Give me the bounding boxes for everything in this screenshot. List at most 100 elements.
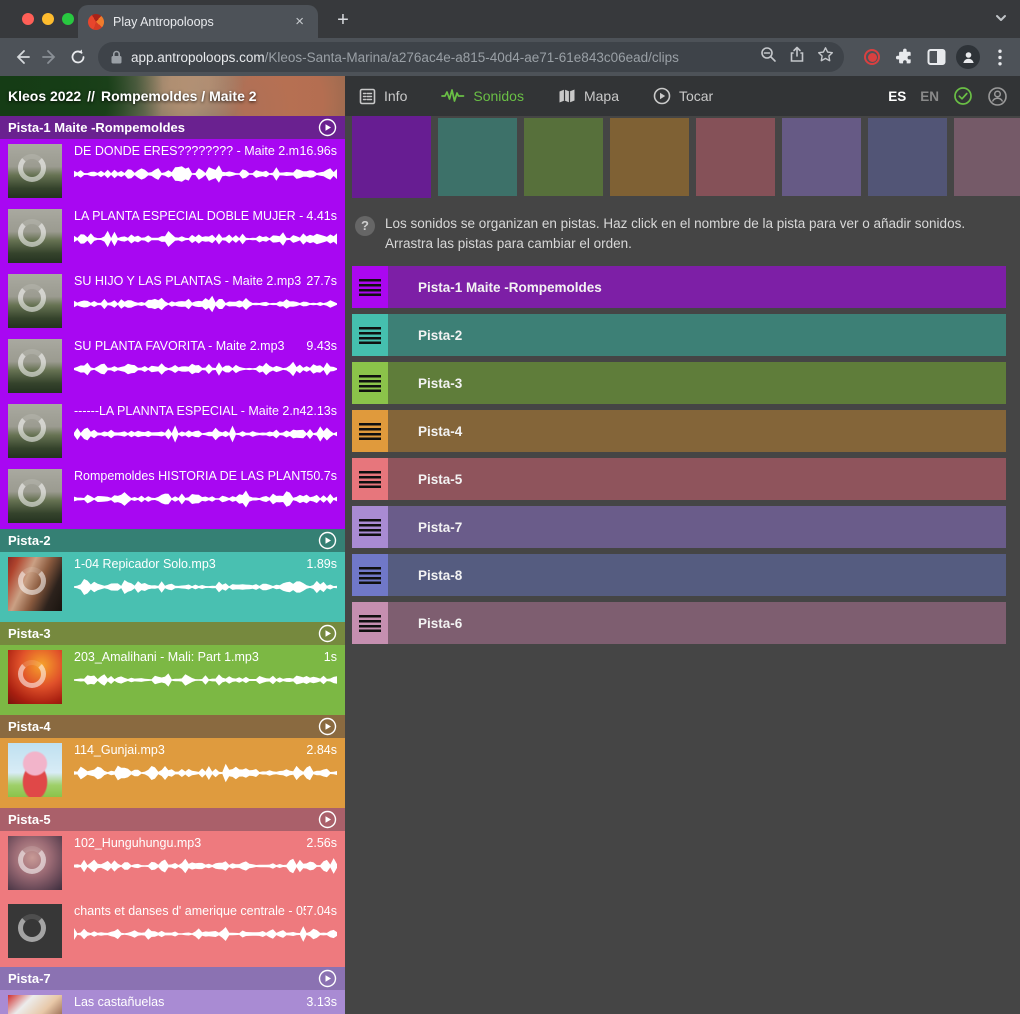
track-section-title[interactable]: Pista-3 xyxy=(8,626,51,641)
track-play-icon[interactable] xyxy=(318,969,337,988)
side-panel-icon[interactable] xyxy=(922,43,950,71)
clip-thumbnail[interactable] xyxy=(8,743,62,797)
account-icon[interactable] xyxy=(987,86,1008,107)
track-row[interactable]: Pista-5 xyxy=(352,458,1006,500)
share-icon[interactable] xyxy=(789,46,805,68)
clip-thumbnail[interactable] xyxy=(8,144,62,198)
clip-thumbnail[interactable] xyxy=(8,404,62,458)
clip-thumbnail[interactable] xyxy=(8,209,62,263)
clip-title[interactable]: 1-04 Repicador Solo.mp3 xyxy=(74,557,306,571)
track-row[interactable]: Pista-8 xyxy=(352,554,1006,596)
bookmark-star-icon[interactable] xyxy=(817,46,834,68)
track-color-swatch[interactable] xyxy=(954,118,1020,196)
profile-avatar[interactable] xyxy=(954,43,982,71)
audio-clip[interactable]: 114_Gunjai.mp32.84s xyxy=(0,738,345,808)
waveform[interactable] xyxy=(74,853,337,879)
track-row[interactable]: Pista-1 Maite -Rompemoldes xyxy=(352,266,1006,308)
track-row-label[interactable]: Pista-7 xyxy=(418,520,462,535)
clip-thumbnail[interactable] xyxy=(8,339,62,393)
record-icon[interactable] xyxy=(858,43,886,71)
clip-thumbnail[interactable] xyxy=(8,469,62,523)
audio-clip[interactable]: SU PLANTA FAVORITA - Maite 2.mp39.43s xyxy=(0,334,345,399)
clip-title[interactable]: 114_Gunjai.mp3 xyxy=(74,743,306,757)
track-play-icon[interactable] xyxy=(318,118,337,137)
track-row-label[interactable]: Pista-6 xyxy=(418,616,462,631)
track-color-swatch[interactable] xyxy=(352,116,431,198)
track-row-body[interactable]: Pista-3 xyxy=(388,362,1006,404)
track-color-swatch[interactable] xyxy=(782,118,861,196)
audio-clip[interactable]: 203_Amalihani - Mali: Part 1.mp31s xyxy=(0,645,345,715)
track-play-icon[interactable] xyxy=(318,810,337,829)
track-row[interactable]: Pista-4 xyxy=(352,410,1006,452)
track-color-swatch[interactable] xyxy=(438,118,517,196)
track-row[interactable]: Pista-7 xyxy=(352,506,1006,548)
track-play-icon[interactable] xyxy=(318,717,337,736)
extensions-puzzle-icon[interactable] xyxy=(890,43,918,71)
track-play-icon[interactable] xyxy=(318,624,337,643)
track-row-body[interactable]: Pista-8 xyxy=(388,554,1006,596)
track-color-swatch[interactable] xyxy=(696,118,775,196)
clip-thumbnail[interactable] xyxy=(8,836,62,890)
clip-title[interactable]: ------LA PLANNTA ESPECIAL - Maite 2.mp3 xyxy=(74,404,299,418)
track-section-title[interactable]: Pista-2 xyxy=(8,533,51,548)
address-bar[interactable]: app.antropoloops.com/Kleos-Santa-Marina/… xyxy=(98,42,844,72)
audio-clip[interactable]: 1-04 Repicador Solo.mp31.89s xyxy=(0,552,345,622)
clip-title[interactable]: SU PLANTA FAVORITA - Maite 2.mp3 xyxy=(74,339,306,353)
track-row-body[interactable]: Pista-7 xyxy=(388,506,1006,548)
lang-es-button[interactable]: ES xyxy=(888,89,906,104)
tab-mapa[interactable]: Mapa xyxy=(558,88,619,104)
clip-title[interactable]: SU HIJO Y LAS PLANTAS - Maite 2.mp3 xyxy=(74,274,306,288)
audio-clip[interactable]: chants et danses d' amerique centrale - … xyxy=(0,899,345,967)
audio-clip[interactable]: Rompemoldes HISTORIA DE LAS PLANTAS...50… xyxy=(0,464,345,529)
drag-handle[interactable] xyxy=(352,602,388,644)
waveform[interactable] xyxy=(74,161,337,187)
tab-info[interactable]: Info xyxy=(359,88,407,105)
clip-title[interactable]: Rompemoldes HISTORIA DE LAS PLANTAS... xyxy=(74,469,306,483)
waveform[interactable] xyxy=(74,486,337,512)
track-section-title[interactable]: Pista-4 xyxy=(8,719,51,734)
check-circle-icon[interactable] xyxy=(953,86,973,106)
waveform[interactable] xyxy=(74,921,337,947)
audio-clip[interactable]: 102_Hunguhungu.mp32.56s xyxy=(0,831,345,899)
audio-clip[interactable]: ------LA PLANNTA ESPECIAL - Maite 2.mp34… xyxy=(0,399,345,464)
clip-thumbnail[interactable] xyxy=(8,274,62,328)
clip-title[interactable]: LA PLANTA ESPECIAL DOBLE MUJER - Mai... xyxy=(74,209,306,223)
browser-menu-dots-icon[interactable] xyxy=(986,43,1014,71)
track-section-header[interactable]: Pista-4 xyxy=(0,715,345,738)
clip-title[interactable]: DE DONDE ERES???????? - Maite 2.mp3 xyxy=(74,144,299,158)
track-row-body[interactable]: Pista-6 xyxy=(388,602,1006,644)
track-section-header[interactable]: Pista-7 xyxy=(0,967,345,990)
clip-title[interactable]: chants et danses d' amerique centrale - … xyxy=(74,904,306,918)
browser-tab[interactable]: Play Antropoloops × xyxy=(78,5,318,38)
lang-en-button[interactable]: EN xyxy=(920,89,939,104)
minimize-window-button[interactable] xyxy=(42,13,54,25)
clip-title[interactable]: 102_Hunguhungu.mp3 xyxy=(74,836,306,850)
audio-clip[interactable]: Las castañuelas3.13s xyxy=(0,990,345,1014)
track-row-label[interactable]: Pista-2 xyxy=(418,328,462,343)
track-color-swatch[interactable] xyxy=(610,118,689,196)
clip-thumbnail[interactable] xyxy=(8,904,62,958)
tab-close-icon[interactable]: × xyxy=(291,12,308,31)
track-row-label[interactable]: Pista-4 xyxy=(418,424,462,439)
track-row-body[interactable]: Pista-5 xyxy=(388,458,1006,500)
drag-handle[interactable] xyxy=(352,554,388,596)
track-row-label[interactable]: Pista-1 Maite -Rompemoldes xyxy=(418,280,602,295)
track-row[interactable]: Pista-2 xyxy=(352,314,1006,356)
drag-handle[interactable] xyxy=(352,506,388,548)
waveform[interactable] xyxy=(74,226,337,252)
waveform[interactable] xyxy=(74,760,337,786)
waveform[interactable] xyxy=(74,421,337,447)
tab-search-chevron-icon[interactable] xyxy=(994,11,1008,30)
track-row-label[interactable]: Pista-5 xyxy=(418,472,462,487)
track-color-swatch[interactable] xyxy=(868,118,947,196)
audio-clip[interactable]: DE DONDE ERES???????? - Maite 2.mp316.96… xyxy=(0,139,345,204)
track-play-icon[interactable] xyxy=(318,531,337,550)
track-section-title[interactable]: Pista-1 Maite -Rompemoldes xyxy=(8,120,185,135)
clip-thumbnail[interactable] xyxy=(8,557,62,611)
close-window-button[interactable] xyxy=(22,13,34,25)
reload-icon[interactable] xyxy=(64,43,92,71)
track-section-title[interactable]: Pista-7 xyxy=(8,971,51,986)
zoom-page-icon[interactable] xyxy=(760,46,777,68)
back-icon[interactable] xyxy=(8,43,36,71)
track-section-header[interactable]: Pista-1 Maite -Rompemoldes xyxy=(0,116,345,139)
